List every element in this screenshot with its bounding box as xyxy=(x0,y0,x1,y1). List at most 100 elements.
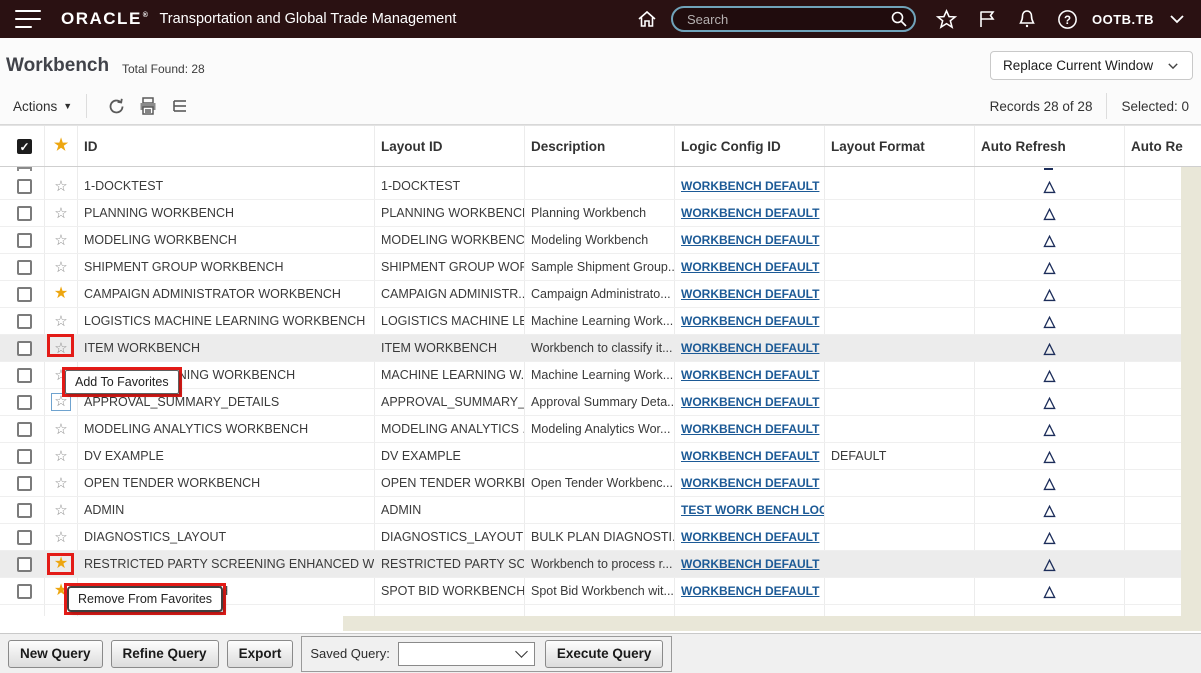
table-row[interactable]: ☆MODELING WORKBENCHMODELING WORKBENCHMod… xyxy=(0,227,1201,254)
favorite-star-outline-icon[interactable]: ☆ xyxy=(54,449,67,464)
auto-refresh-triangle-icon[interactable]: △ xyxy=(1044,233,1056,248)
table-row[interactable]: ☆DIAGNOSTICS_LAYOUTDIAGNOSTICS_LAYOUTBUL… xyxy=(0,524,1201,551)
column-header-auto-refresh[interactable]: Auto Refresh xyxy=(975,126,1125,166)
flag-icon[interactable] xyxy=(976,8,998,30)
auto-refresh-triangle-icon[interactable]: △ xyxy=(1044,584,1056,599)
auto-refresh-triangle-icon[interactable]: △ xyxy=(1044,314,1056,329)
logic-config-link[interactable]: WORKBENCH DEFAULT xyxy=(681,233,819,247)
auto-refresh-triangle-icon[interactable]: △ xyxy=(1044,179,1056,194)
row-checkbox[interactable] xyxy=(17,530,32,545)
table-row[interactable]: ☆PLANNING WORKBENCHPLANNING WORKBENCHPla… xyxy=(0,200,1201,227)
print-icon[interactable] xyxy=(138,96,158,116)
row-checkbox[interactable] xyxy=(17,395,32,410)
select-all-checkbox[interactable]: ✓ xyxy=(17,139,32,154)
logic-config-link[interactable]: WORKBENCH DEFAULT xyxy=(681,395,819,409)
table-scrollbar-area[interactable] xyxy=(1181,167,1201,631)
row-checkbox[interactable] xyxy=(17,584,32,599)
table-row[interactable]: ☆DV EXAMPLEDV EXAMPLEWORKBENCH DEFAULTDE… xyxy=(0,443,1201,470)
user-menu[interactable]: OOTB.TB xyxy=(1092,12,1154,27)
logic-config-link[interactable]: WORKBENCH DEFAULT xyxy=(681,422,819,436)
execute-query-button[interactable]: Execute Query xyxy=(545,640,664,668)
window-mode-select[interactable]: Replace Current Window xyxy=(990,51,1193,80)
favorite-star-outline-icon[interactable]: ☆ xyxy=(54,179,67,194)
row-checkbox[interactable] xyxy=(17,449,32,464)
column-header-auto-re[interactable]: Auto Re xyxy=(1125,126,1201,166)
column-header-layout-format[interactable]: Layout Format xyxy=(825,126,975,166)
row-checkbox[interactable] xyxy=(17,368,32,383)
table-row[interactable]: ☆SHIPMENT GROUP WORKBENCHSHIPMENT GROUP … xyxy=(0,254,1201,281)
logic-config-link[interactable]: WORKBENCH DEFAULT xyxy=(681,584,819,598)
refine-query-button[interactable]: Refine Query xyxy=(111,640,219,668)
auto-refresh-triangle-icon[interactable]: △ xyxy=(1044,368,1056,383)
notifications-bell-icon[interactable] xyxy=(1016,8,1038,30)
favorite-star-outline-icon[interactable]: ☆ xyxy=(54,503,67,518)
row-checkbox[interactable] xyxy=(17,233,32,248)
table-row[interactable]: ☆OPEN TENDER WORKBENCHOPEN TENDER WORKBE… xyxy=(0,470,1201,497)
logic-config-link[interactable]: TEST WORK BENCH LOG... xyxy=(681,503,825,517)
logic-config-link[interactable]: WORKBENCH DEFAULT xyxy=(681,368,819,382)
column-header-logic-config-id[interactable]: Logic Config ID xyxy=(675,126,825,166)
search-icon[interactable] xyxy=(890,10,908,28)
help-icon[interactable]: ? xyxy=(1056,8,1079,31)
logic-config-link[interactable]: WORKBENCH DEFAULT xyxy=(681,530,819,544)
home-icon[interactable] xyxy=(636,8,658,30)
auto-refresh-triangle-icon[interactable]: △ xyxy=(1044,206,1056,221)
new-query-button[interactable]: New Query xyxy=(8,640,103,668)
auto-refresh-triangle-icon[interactable]: △ xyxy=(1044,557,1056,572)
row-checkbox[interactable] xyxy=(17,557,32,572)
table-row[interactable]: ☆ADMINADMINTEST WORK BENCH LOG...△ xyxy=(0,497,1201,524)
table-row[interactable]: ★RESTRICTED PARTY SCREENING ENHANCED WOR… xyxy=(0,551,1201,578)
auto-refresh-triangle-icon[interactable]: △ xyxy=(1044,287,1056,302)
row-checkbox[interactable] xyxy=(17,179,32,194)
auto-refresh-triangle-icon[interactable]: △ xyxy=(1044,449,1056,464)
hamburger-menu-icon[interactable] xyxy=(15,10,41,28)
table-row[interactable]: ☆MODELING ANALYTICS WORKBENCHMODELING AN… xyxy=(0,416,1201,443)
row-checkbox[interactable] xyxy=(17,476,32,491)
favorite-star-outline-icon[interactable]: ☆ xyxy=(54,233,67,248)
auto-refresh-triangle-icon[interactable]: △ xyxy=(1044,422,1056,437)
table-row[interactable]: ☆ITEM WORKBENCHITEM WORKBENCHWorkbench t… xyxy=(0,335,1201,362)
logic-config-link[interactable]: WORKBENCH DEFAULT xyxy=(681,287,819,301)
table-row[interactable]: ☆1-DOCKTEST1-DOCKTESTWORKBENCH DEFAULT△ xyxy=(0,173,1201,200)
row-checkbox[interactable] xyxy=(17,341,32,356)
auto-refresh-triangle-icon[interactable]: △ xyxy=(1044,260,1056,275)
logic-config-link[interactable]: WORKBENCH DEFAULT xyxy=(681,206,819,220)
row-checkbox[interactable] xyxy=(17,206,32,221)
favorite-star-outline-icon[interactable]: ☆ xyxy=(54,530,67,545)
auto-refresh-triangle-icon[interactable]: △ xyxy=(1044,503,1056,518)
export-button[interactable]: Export xyxy=(227,640,294,668)
favorite-star-outline-icon[interactable]: ☆ xyxy=(54,341,67,356)
search-input[interactable] xyxy=(671,6,916,32)
favorite-star-outline-icon[interactable]: ☆ xyxy=(54,422,67,437)
row-checkbox[interactable] xyxy=(17,260,32,275)
table-row[interactable]: ☆LOGISTICS MACHINE LEARNING WORKBENCHLOG… xyxy=(0,308,1201,335)
favorite-star-outline-icon[interactable]: ☆ xyxy=(54,476,67,491)
logic-config-link[interactable]: WORKBENCH DEFAULT xyxy=(681,341,819,355)
favorite-star-filled-icon[interactable]: ★ xyxy=(54,556,68,572)
favorite-star-outline-icon[interactable]: ☆ xyxy=(54,260,67,275)
logic-config-link[interactable]: WORKBENCH DEFAULT xyxy=(681,449,819,463)
column-header-id[interactable]: ID xyxy=(78,126,375,166)
column-header-layout-id[interactable]: Layout ID xyxy=(375,126,525,166)
table-row[interactable]: ★CAMPAIGN ADMINISTRATOR WORKBENCHCAMPAIG… xyxy=(0,281,1201,308)
saved-query-select[interactable] xyxy=(398,642,535,666)
auto-refresh-triangle-icon[interactable]: △ xyxy=(1044,530,1056,545)
favorites-column-star-icon[interactable]: ★ xyxy=(54,138,68,154)
auto-refresh-triangle-icon[interactable]: △ xyxy=(1044,341,1056,356)
logic-config-link[interactable]: WORKBENCH DEFAULT xyxy=(681,314,819,328)
row-checkbox[interactable] xyxy=(17,314,32,329)
row-checkbox[interactable] xyxy=(17,287,32,302)
auto-refresh-triangle-icon[interactable]: △ xyxy=(1044,476,1056,491)
favorites-star-icon[interactable] xyxy=(935,8,958,31)
list-view-icon[interactable] xyxy=(170,96,190,116)
favorite-star-outline-icon[interactable]: ☆ xyxy=(54,206,67,221)
user-chevron-down-icon[interactable] xyxy=(1167,9,1187,29)
logic-config-link[interactable]: WORKBENCH DEFAULT xyxy=(681,476,819,490)
row-checkbox[interactable] xyxy=(17,503,32,518)
favorite-star-outline-icon[interactable]: ☆ xyxy=(54,314,67,329)
logic-config-link[interactable]: WORKBENCH DEFAULT xyxy=(681,260,819,274)
column-header-description[interactable]: Description xyxy=(525,126,675,166)
row-checkbox[interactable] xyxy=(17,422,32,437)
favorite-star-filled-icon[interactable]: ★ xyxy=(54,286,68,302)
refresh-icon[interactable] xyxy=(107,97,126,116)
